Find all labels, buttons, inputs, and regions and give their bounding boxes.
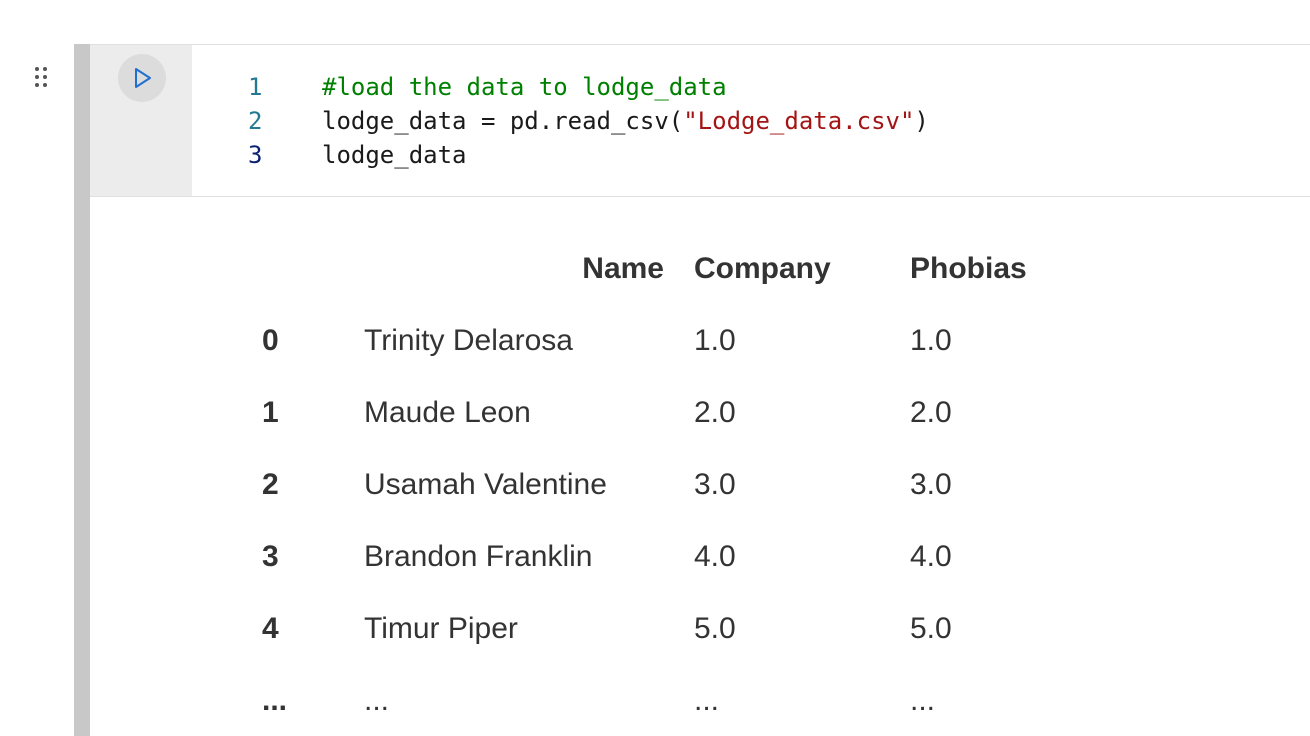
row-index: 0 xyxy=(262,324,279,357)
line-number: 1 xyxy=(248,73,263,101)
cell-company: ... xyxy=(694,684,720,717)
table-row: ............ xyxy=(260,665,1110,736)
column-header-company: Company xyxy=(694,252,831,285)
run-cell-button[interactable] xyxy=(118,54,166,102)
table-row: 0 Trinity Delarosa 1.0 1.0 xyxy=(260,305,1110,377)
row-index: 3 xyxy=(262,540,279,573)
cell-company: 4.0 xyxy=(694,540,736,573)
line-code: lodge_data xyxy=(322,138,467,172)
code-editor[interactable]: 1 #load the data to lodge_data 2 lodge_data… xyxy=(192,45,1310,196)
code-token-plain: lodge_data xyxy=(322,141,467,169)
cell-name: Usamah Valentine xyxy=(364,468,607,501)
cell-name: Maude Leon xyxy=(364,396,531,429)
row-index: 4 xyxy=(262,612,279,645)
row-index: 1 xyxy=(262,396,279,429)
code-line: 3 lodge_data xyxy=(192,138,1310,172)
code-line: 2 lodge_data = pd.read_csv("Lodge_data.cs… xyxy=(192,104,1310,138)
table-row: 4 Timur Piper 5.0 5.0 xyxy=(260,593,1110,665)
table-header-row: Name Company Phobias xyxy=(260,233,1110,305)
cell-company: 5.0 xyxy=(694,612,736,645)
cell-name: Timur Piper xyxy=(364,612,518,645)
code-line: 1 #load the data to lodge_data xyxy=(192,70,1310,104)
cell-phobias: ... xyxy=(910,684,936,717)
table-row: 3 Brandon Franklin 4.0 4.0 xyxy=(260,521,1110,593)
cell-name: Trinity Delarosa xyxy=(364,324,573,357)
cell-phobias: 5.0 xyxy=(910,612,952,645)
cell-phobias: 4.0 xyxy=(910,540,952,573)
play-icon xyxy=(135,68,151,88)
column-header-name: Name xyxy=(582,252,664,285)
notebook-page: 1 #load the data to lodge_data 2 lodge_data… xyxy=(0,0,1310,736)
table-row: 2 Usamah Valentine 3.0 3.0 xyxy=(260,449,1110,521)
code-token-plain: ) xyxy=(914,107,929,135)
cell-name: Brandon Franklin xyxy=(364,540,593,573)
cell-selection-bar xyxy=(74,44,90,736)
code-token-plain: lodge_data = pd.read_csv( xyxy=(322,107,684,135)
row-index: 2 xyxy=(262,468,279,501)
line-number: 3 xyxy=(248,141,263,169)
cell-phobias: 1.0 xyxy=(910,324,952,357)
cell-phobias: 2.0 xyxy=(910,396,952,429)
code-token-comment: #load the data to lodge_data xyxy=(322,73,727,101)
column-header-phobias: Phobias xyxy=(910,252,1027,285)
cell-name: ... xyxy=(364,684,390,717)
row-index: ... xyxy=(262,684,288,717)
code-token-string: "Lodge_data.csv" xyxy=(683,107,915,135)
column-header-index xyxy=(260,233,364,305)
line-code: #load the data to lodge_data xyxy=(322,70,727,104)
cell-output: Name Company Phobias 0 Trinity Delarosa 1.… xyxy=(90,197,1310,736)
cell-company: 2.0 xyxy=(694,396,736,429)
dataframe-table: Name Company Phobias 0 Trinity Delarosa 1.… xyxy=(260,233,1110,736)
table-row: 1 Maude Leon 2.0 2.0 xyxy=(260,377,1110,449)
line-code: lodge_data = pd.read_csv("Lodge_data.csv… xyxy=(322,104,929,138)
cell-company: 1.0 xyxy=(694,324,736,357)
drag-grip-icon[interactable] xyxy=(34,66,48,88)
cell-company: 3.0 xyxy=(694,468,736,501)
line-number: 2 xyxy=(248,107,263,135)
cell-phobias: 3.0 xyxy=(910,468,952,501)
